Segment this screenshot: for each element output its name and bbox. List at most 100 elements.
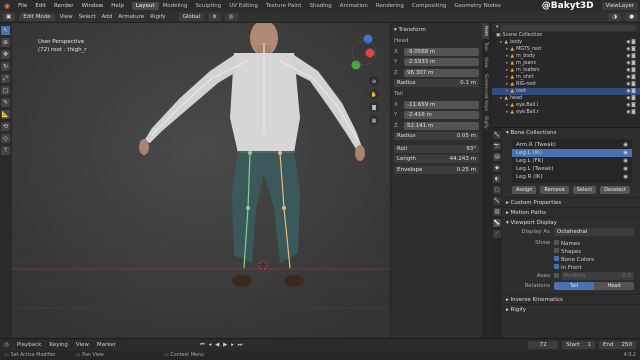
expand-chevron-icon[interactable]: ▸ (506, 103, 508, 108)
eye-icon[interactable]: ◉ (623, 158, 628, 164)
envelope-field[interactable]: Envelope 0.25 m (394, 165, 479, 174)
axes-checkbox[interactable] (554, 272, 561, 280)
head-radius-field[interactable]: Radius 0.1 m (394, 79, 479, 88)
remove-button[interactable]: Remove (540, 186, 569, 194)
tab-rigify[interactable]: Rigify (482, 113, 489, 132)
outliner-search[interactable] (501, 24, 636, 31)
expand-chevron-icon[interactable]: ▸ (506, 68, 508, 73)
tab-geometry-nodes[interactable]: Geometry Nodes (450, 2, 504, 10)
camera-icon[interactable]: ◙ (631, 75, 636, 80)
menu-file[interactable]: File (14, 3, 31, 9)
move-tool-icon[interactable]: ✥ (1, 50, 10, 59)
head-x-field[interactable]: -9.0568 m (404, 47, 479, 56)
annotate-tool-icon[interactable]: ✎ (1, 98, 10, 107)
outliner-row[interactable]: ▸ ▲ head ◉ ◙ (492, 95, 640, 102)
expand-chevron-icon[interactable]: ▸ (500, 96, 502, 101)
next-key-icon[interactable]: ▸ (231, 342, 235, 348)
modifier-props-icon[interactable]: 🔧 (493, 197, 501, 205)
playback-menu[interactable]: Playback (13, 342, 46, 348)
proportional-edit-icon[interactable]: ◎ (224, 12, 238, 21)
outliner-row[interactable]: ▸ ▲ MGTS_rest ◉ ◙ (492, 46, 640, 53)
extrude-tool-icon[interactable]: ⇡ (1, 146, 10, 155)
eye-icon[interactable]: ◉ (623, 174, 628, 180)
select-button[interactable]: Select (572, 186, 597, 194)
outliner-row[interactable]: ▸ ▲ RIG-root ◉ ◙ (492, 81, 640, 88)
relations-head-button[interactable]: Head (594, 282, 634, 290)
tail-y-field[interactable]: -2.416 m (404, 111, 479, 120)
view-menu[interactable]: View (72, 342, 93, 348)
bone-collection-item[interactable]: Leg.R (IK) ◉ (512, 173, 632, 181)
filter-icon[interactable]: ▾ (496, 25, 498, 30)
scene-collection-row[interactable]: ▣ Scene Collection (492, 32, 640, 39)
roll-tool-icon[interactable]: ⟲ (1, 122, 10, 131)
end-frame-field[interactable]: End 250 (599, 341, 636, 349)
tab-item[interactable]: Item (482, 23, 489, 40)
measure-tool-icon[interactable]: 📐 (1, 110, 10, 119)
camera-icon[interactable]: ◙ (631, 103, 636, 108)
deselect-button[interactable]: Deselect (600, 186, 630, 194)
bone-collections-header[interactable]: ▾ Bone Collections (502, 128, 640, 138)
menu-add[interactable]: Add (99, 14, 116, 20)
camera-icon[interactable]: ◙ (631, 47, 636, 52)
viewport-display-header[interactable]: ▾ Viewport Display (502, 217, 640, 227)
cursor-tool-icon[interactable]: ⊕ (1, 38, 10, 47)
blender-logo-icon[interactable]: ◉ (0, 2, 14, 10)
outliner-row[interactable]: ▸ ▲ body ◉ ◙ (492, 39, 640, 46)
eye-icon[interactable]: ◉ (623, 166, 628, 172)
tab-screencast-keys[interactable]: Screencast Keys (482, 71, 489, 114)
prev-key-icon[interactable]: ◂ (209, 342, 213, 348)
constraint-props-icon[interactable]: ⛓ (493, 208, 501, 216)
outliner-row[interactable]: ▸ ▲ m_shirt ◉ ◙ (492, 74, 640, 81)
object-props-icon[interactable]: ▢ (493, 186, 501, 194)
tab-texture-paint[interactable]: Texture Paint (262, 2, 306, 10)
menu-armature[interactable]: Armature (115, 14, 147, 20)
names-checkbox[interactable]: Names (554, 239, 580, 247)
bone-collection-item[interactable]: Leg.L (FK) ◉ (512, 157, 632, 165)
tab-uv-editing[interactable]: UV Editing (225, 2, 262, 10)
tab-shading[interactable]: Shading (305, 2, 335, 10)
rigify-header[interactable]: ▸ Rigify (502, 304, 640, 314)
expand-chevron-icon[interactable]: ▸ (506, 89, 508, 94)
display-as-dropdown[interactable]: Octahedral (554, 228, 634, 236)
orientation-selector[interactable]: Global (178, 12, 205, 21)
camera-icon[interactable]: ◙ (631, 89, 636, 94)
mode-selector[interactable]: Edit Mode (19, 12, 55, 21)
expand-chevron-icon[interactable]: ▸ (506, 75, 508, 80)
motion-paths-header[interactable]: ▸ Motion Paths (502, 207, 640, 217)
timeline-editor-icon[interactable]: ◷ (0, 342, 13, 348)
expand-chevron-icon[interactable]: ▸ (506, 82, 508, 87)
camera-icon[interactable]: ◙ (631, 40, 636, 45)
tab-layout[interactable]: Layout (131, 1, 159, 10)
menu-window[interactable]: Window (78, 3, 108, 9)
tab-view[interactable]: View (482, 54, 489, 71)
menu-select[interactable]: Select (76, 14, 99, 20)
outliner-row[interactable]: ▸ ▲ eye.Ball.r ◉ ◙ (492, 109, 640, 116)
tab-animation[interactable]: Animation (336, 2, 372, 10)
camera-icon[interactable]: ◙ (631, 61, 636, 66)
output-props-icon[interactable]: 🖨 (493, 153, 501, 161)
roll-field[interactable]: Roll 93° (394, 144, 479, 153)
head-z-field[interactable]: 96.307 m (404, 68, 479, 77)
tail-radius-field[interactable]: Radius 0.05 m (394, 132, 479, 141)
outliner-row[interactable]: ▸ ▲ root ◉ ◙ (492, 88, 640, 95)
overlay-icon[interactable]: ◑ (608, 12, 622, 21)
length-field[interactable]: Length 44.243 m (394, 155, 479, 164)
marker-menu[interactable]: Marker (93, 342, 120, 348)
custom-properties-header[interactable]: ▸ Custom Properties (502, 197, 640, 207)
eye-icon[interactable]: ◉ (623, 142, 628, 148)
bone-collection-item[interactable]: Arm.R (Tweak) ◉ (512, 141, 632, 149)
tail-z-field[interactable]: 52.141 m (404, 121, 479, 130)
inverse-kinematics-header[interactable]: ▸ Inverse Kinematics (502, 294, 640, 304)
eye-icon[interactable]: ◉ (623, 150, 628, 156)
camera-icon[interactable]: ◙ (631, 82, 636, 87)
transform-tool-icon[interactable]: ▢ (1, 86, 10, 95)
viewlayer-selector[interactable]: ViewLayer (601, 1, 638, 10)
play-reverse-icon[interactable]: ◀ (215, 342, 220, 348)
menu-view[interactable]: View (57, 14, 76, 20)
scale-tool-icon[interactable]: ⤢ (1, 74, 10, 83)
shading-icon[interactable]: ● (625, 12, 638, 21)
assign-button[interactable]: Assign (512, 186, 537, 194)
current-frame-field[interactable]: 72 (528, 341, 559, 349)
camera-icon[interactable]: ◙ (631, 96, 636, 101)
relations-tail-button[interactable]: Tail (554, 282, 594, 290)
